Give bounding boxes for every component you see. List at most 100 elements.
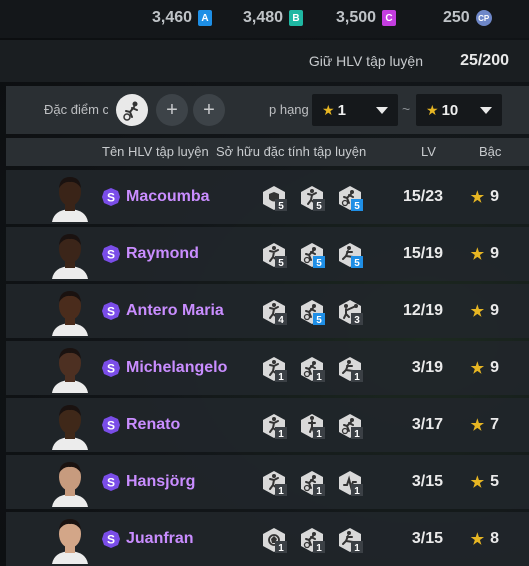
special-coach-badge: S (102, 359, 120, 377)
coach-level: 15/19 (402, 245, 443, 262)
add-trait-button-2[interactable]: + (193, 94, 225, 126)
coach-row[interactable]: S Macoumba 5 5 5 15/23 ★ 9 (6, 170, 529, 224)
currency-a-value: 3,460 (152, 9, 193, 26)
min-grade-value: 1 (337, 101, 346, 119)
coach-name: Michelangelo (126, 359, 228, 376)
special-coach-letter: S (107, 362, 115, 376)
runner-icon[interactable]: 5 (260, 241, 288, 269)
plus-icon: + (203, 98, 215, 121)
pass-icon[interactable]: 3 (336, 298, 364, 326)
coach-name: Juanfran (126, 530, 194, 547)
coach-avatar (52, 177, 88, 222)
trait-filter-slot-1[interactable] (116, 94, 148, 126)
currency-a-icon: A (198, 10, 213, 26)
coach-avatar (52, 291, 88, 336)
coach-level: 3/15 (411, 530, 443, 547)
trait-level: 1 (354, 372, 360, 383)
coach-level: 12/19 (402, 302, 443, 319)
coach-avatar (52, 348, 88, 393)
coach-grade-value: 9 (490, 302, 499, 319)
star-icon: ★ (322, 101, 335, 118)
dribble-icon[interactable]: 5 (298, 241, 326, 269)
special-coach-badge: S (102, 473, 120, 491)
cp-icon: CP (475, 10, 492, 26)
coach-row[interactable]: S Michelangelo 1 1 1 3/19 ★ 9 (6, 341, 529, 395)
add-trait-button-1[interactable]: + (156, 94, 188, 126)
trait-level: 1 (316, 429, 322, 440)
kick-icon[interactable]: 1 (336, 355, 364, 383)
currency-b-icon: B (289, 10, 304, 26)
coach-grade-value: 5 (490, 473, 499, 490)
trait-level: 1 (354, 543, 360, 554)
runner-icon[interactable]: 4 (260, 298, 288, 326)
kick-icon[interactable]: 1 (336, 526, 364, 554)
header-name[interactable]: Tên HLV tập luyện (102, 144, 209, 159)
trait-level: 1 (278, 429, 284, 440)
min-grade-dropdown[interactable]: ★ 1 (312, 94, 398, 126)
keep-coach-label: Giữ HLV tập luyện (308, 53, 423, 69)
currency-bar: 3,460 A 3,480 B 3,500 C 250 CP (0, 0, 529, 38)
coach-level: 3/19 (411, 359, 443, 376)
dribble-icon (123, 101, 138, 121)
kick-icon[interactable]: 5 (336, 241, 364, 269)
special-coach-letter: S (107, 248, 115, 262)
coach-avatar (52, 462, 88, 507)
special-coach-badge: S (102, 302, 120, 320)
trait-level: 1 (278, 543, 284, 554)
coach-row[interactable]: S Renato 1 1 1 3/17 ★ 7 (6, 398, 529, 452)
dribble-icon[interactable]: 1 (336, 412, 364, 440)
dribble-icon[interactable]: 1 (298, 469, 326, 497)
max-grade-value: 10 (441, 101, 459, 119)
stand-icon[interactable]: 1 (298, 412, 326, 440)
trait-level: 1 (354, 486, 360, 497)
coach-row[interactable]: S Hansjörg 1 1 1 3/15 ★ 5 (6, 455, 529, 509)
coach-avatar (52, 519, 88, 564)
coach-row[interactable]: S Raymond 5 5 5 15/19 ★ 9 (6, 227, 529, 281)
star-icon: ★ (470, 531, 485, 548)
max-grade-dropdown[interactable]: ★ 10 (416, 94, 502, 126)
currency-b-value: 3,480 (243, 9, 284, 26)
dribble-icon[interactable]: 1 (298, 355, 326, 383)
coach-level: 3/15 (411, 473, 443, 490)
trait-level: 3 (354, 315, 360, 326)
star-icon: ★ (470, 360, 485, 377)
star-icon: ★ (470, 246, 485, 263)
coach-name: Renato (126, 416, 181, 433)
special-coach-letter: S (107, 419, 115, 433)
dribble-icon[interactable]: 5 (298, 298, 326, 326)
trait-level: 5 (278, 258, 284, 269)
coach-grade: ★ 5 (471, 473, 499, 491)
ball-icon[interactable]: 1 (260, 526, 288, 554)
star-icon: ★ (426, 101, 439, 118)
trait-level: 1 (278, 372, 284, 383)
dribble-icon[interactable]: 5 (336, 184, 364, 212)
coach-level: 3/17 (411, 416, 443, 433)
special-coach-letter: S (107, 476, 115, 490)
coach-grade: ★ 8 (471, 530, 499, 548)
currency-c: 3,500 C (336, 9, 397, 27)
shield-icon[interactable]: 5 (260, 184, 288, 212)
coach-row[interactable]: S Juanfran 1 1 1 3/15 ★ 8 (6, 512, 529, 566)
table-header: Tên HLV tập luyện Sở hữu đặc tính tập lu… (6, 138, 529, 166)
header-level[interactable]: LV (421, 144, 436, 159)
runner-icon[interactable]: 1 (260, 355, 288, 383)
currency-cp-value: 250 (443, 9, 470, 26)
coach-grade: ★ 9 (471, 302, 499, 320)
coach-grade: ★ 9 (471, 359, 499, 377)
coach-avatar (52, 405, 88, 450)
trait-level: 1 (278, 486, 284, 497)
trait-level: 1 (316, 486, 322, 497)
coach-row[interactable]: S Antero Maria 4 5 3 12/19 ★ 9 (6, 284, 529, 338)
chevron-down-icon (480, 107, 492, 114)
header-traits[interactable]: Sở hữu đặc tính tập luyện (216, 144, 366, 159)
special-coach-letter: S (107, 533, 115, 547)
header-grade[interactable]: Bậc (479, 144, 501, 159)
coach-grade-value: 8 (490, 530, 499, 547)
runner-icon[interactable]: 1 (260, 469, 288, 497)
trait-level: 4 (278, 315, 284, 326)
runner-icon[interactable]: 1 (260, 412, 288, 440)
wave-icon[interactable]: 1 (336, 469, 364, 497)
runner-icon[interactable]: 5 (298, 184, 326, 212)
special-coach-badge: S (102, 188, 120, 206)
dribble-icon[interactable]: 1 (298, 526, 326, 554)
